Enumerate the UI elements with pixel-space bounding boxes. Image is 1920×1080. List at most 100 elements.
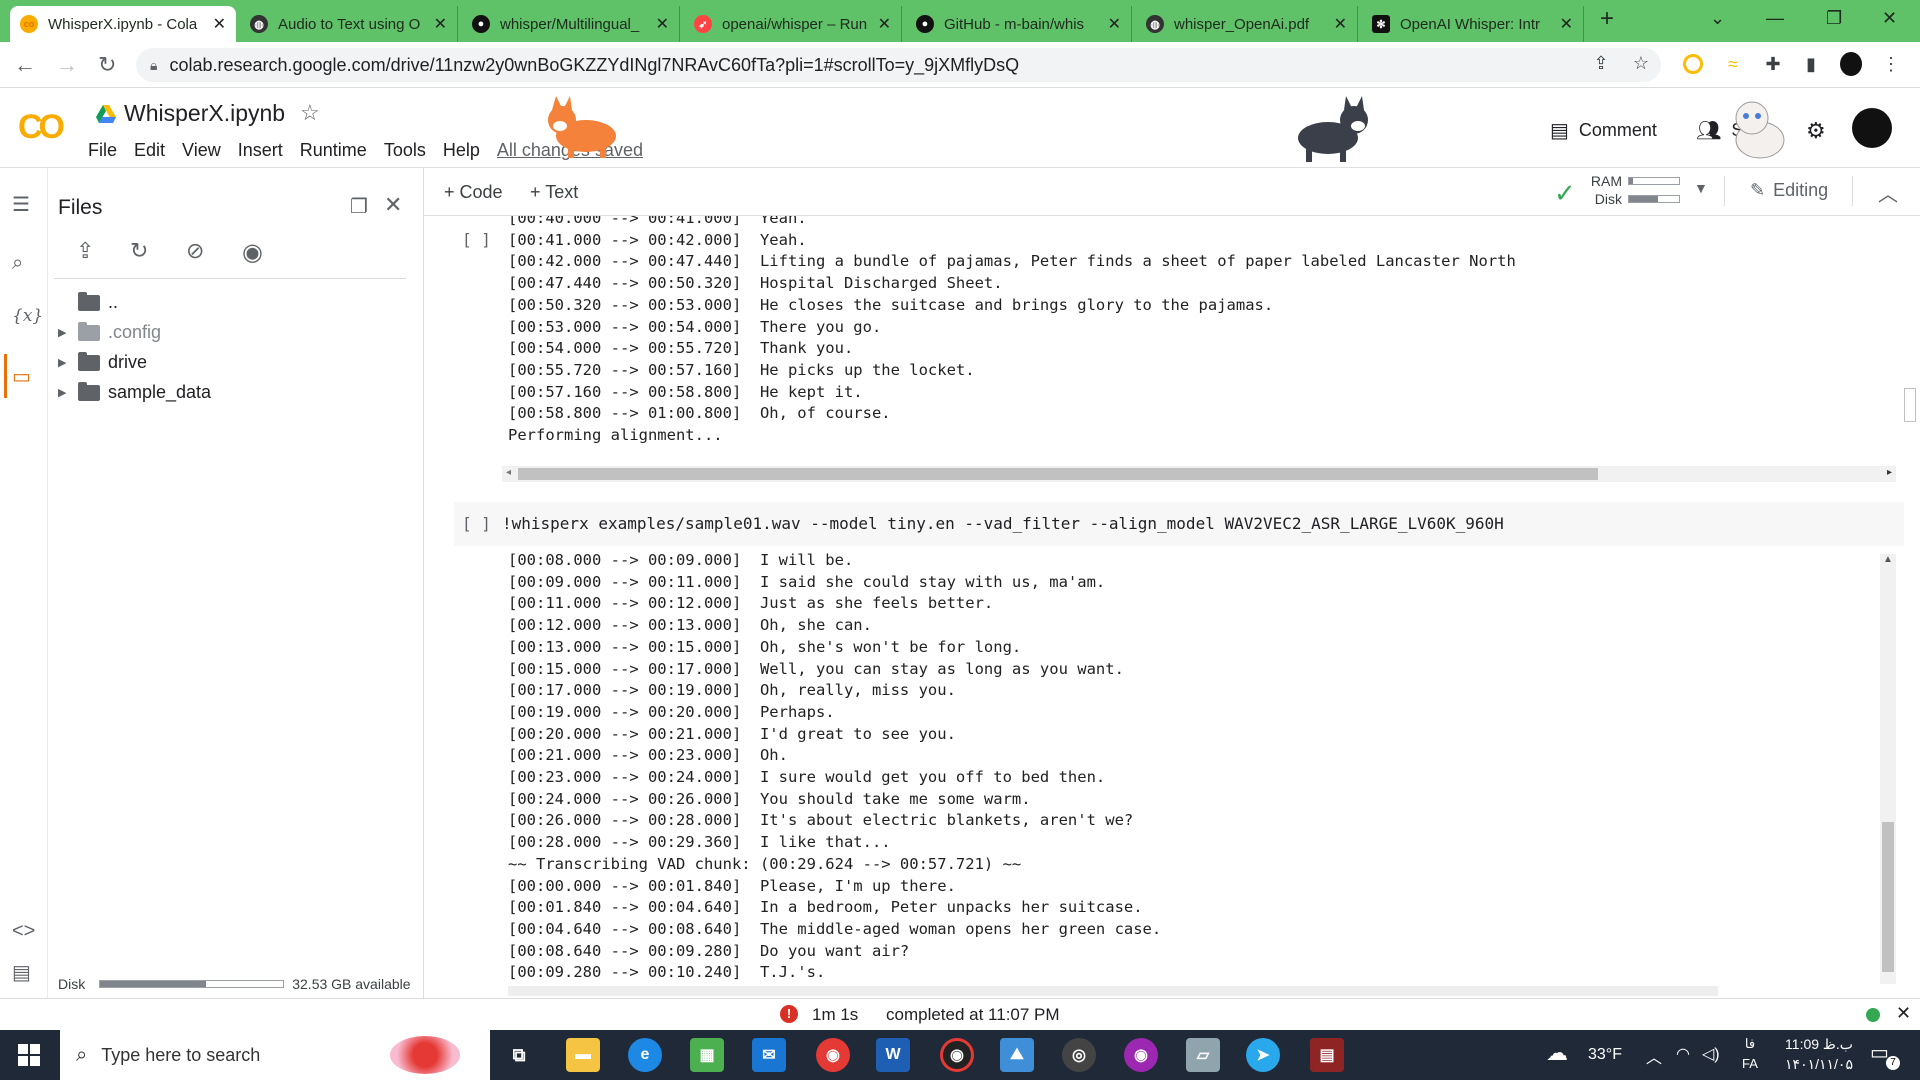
bookmark-star-icon[interactable]: ☆ bbox=[1630, 52, 1652, 74]
expand-caret-icon[interactable]: ▶ bbox=[58, 356, 78, 369]
upload-file-icon[interactable]: ⇪ bbox=[76, 238, 94, 264]
close-tab-icon[interactable]: ✕ bbox=[1560, 14, 1573, 34]
taskbar-search-box[interactable]: ⌕ Type here to search bbox=[60, 1030, 490, 1080]
resources-indicator[interactable]: RAM Disk bbox=[1584, 172, 1680, 208]
close-tab-icon[interactable]: ✕ bbox=[213, 14, 226, 34]
share-page-icon[interactable]: ⇪ bbox=[1590, 52, 1612, 74]
runtime-dropdown-icon[interactable]: ▼ bbox=[1694, 180, 1708, 196]
notepad-icon[interactable]: ▱ bbox=[1186, 1038, 1220, 1072]
editing-mode-button[interactable]: ✎ Editing bbox=[1750, 180, 1828, 201]
tree-item-parent[interactable]: .. bbox=[58, 291, 118, 313]
weather-temp[interactable]: 33°F bbox=[1588, 1046, 1622, 1064]
winrar-icon[interactable]: ▤ bbox=[1310, 1038, 1344, 1072]
table-of-contents-icon[interactable]: ☰ bbox=[12, 192, 30, 217]
file-explorer-icon[interactable]: ▬ bbox=[566, 1038, 600, 1072]
weather-cloud-icon[interactable]: ☁ bbox=[1546, 1040, 1568, 1066]
new-tab-icon[interactable]: + bbox=[1600, 5, 1614, 33]
user-avatar[interactable] bbox=[1852, 108, 1892, 148]
menu-runtime[interactable]: Runtime bbox=[300, 140, 367, 161]
back-icon[interactable]: ← bbox=[14, 52, 36, 78]
tree-item-sample-data[interactable]: ▶ sample_data bbox=[58, 381, 211, 403]
error-alert-icon[interactable]: ! bbox=[780, 1005, 798, 1023]
refresh-folder-icon[interactable]: ↻ bbox=[130, 238, 148, 264]
close-status-icon[interactable]: ✕ bbox=[1896, 1003, 1911, 1024]
menu-file[interactable]: File bbox=[88, 140, 117, 161]
settings-gear-icon[interactable]: ⚙ bbox=[1806, 118, 1826, 144]
expand-caret-icon[interactable]: ▶ bbox=[58, 386, 78, 399]
cell1-horizontal-scrollbar[interactable]: ◂ ▸ bbox=[502, 466, 1896, 482]
mail-icon[interactable]: ✉ bbox=[752, 1038, 786, 1072]
profile-avatar[interactable] bbox=[1840, 52, 1862, 76]
extension-wave-icon[interactable]: ≈ bbox=[1722, 53, 1744, 75]
tab-search-chevron-icon[interactable]: ⌄ bbox=[1710, 8, 1725, 29]
close-tab-icon[interactable]: ✕ bbox=[878, 14, 891, 34]
forward-icon[interactable]: → bbox=[56, 52, 78, 78]
menu-edit[interactable]: Edit bbox=[134, 140, 165, 161]
tab-openai-whisper-intro[interactable]: ✻ OpenAI Whisper: Intr ✕ bbox=[1362, 6, 1584, 42]
comment-button[interactable]: ▤ Comment bbox=[1550, 118, 1657, 143]
menu-help[interactable]: Help bbox=[443, 140, 480, 161]
scrollbar-thumb[interactable] bbox=[518, 468, 1598, 480]
chrome-alt-profile-icon[interactable]: ◉ bbox=[1124, 1038, 1158, 1072]
collapse-header-icon[interactable]: ︿ bbox=[1878, 178, 1898, 207]
wifi-icon[interactable]: ◠ bbox=[1676, 1044, 1690, 1064]
minimize-icon[interactable]: — bbox=[1766, 8, 1784, 29]
open-in-tab-icon[interactable]: ❐ bbox=[350, 194, 368, 219]
tab-github-m-bain[interactable]: ● GitHub - m-bain/whis ✕ bbox=[906, 6, 1132, 42]
language-indicator[interactable]: فا FA bbox=[1742, 1034, 1758, 1074]
close-window-icon[interactable]: ✕ bbox=[1882, 8, 1897, 29]
chrome-profile-icon[interactable]: ◉ bbox=[940, 1038, 974, 1072]
browser-menu-icon[interactable]: ⋮ bbox=[1880, 53, 1902, 75]
star-notebook-icon[interactable]: ☆ bbox=[300, 100, 320, 126]
colab-logo[interactable]: CO bbox=[18, 108, 65, 147]
volume-icon[interactable]: ◁) bbox=[1702, 1044, 1720, 1064]
close-tab-icon[interactable]: ✕ bbox=[1334, 14, 1347, 34]
scroll-left-icon[interactable]: ◂ bbox=[506, 467, 511, 478]
media-player-icon[interactable]: ◎ bbox=[1062, 1038, 1096, 1072]
edge-icon[interactable]: e bbox=[628, 1038, 662, 1072]
command-palette-icon[interactable]: ▤ bbox=[12, 960, 31, 985]
notebook-title[interactable]: WhisperX.ipynb bbox=[96, 100, 285, 127]
reload-icon[interactable]: ↻ bbox=[98, 52, 116, 78]
tray-overflow-icon[interactable]: ︿ bbox=[1646, 1044, 1662, 1068]
code-snippets-icon[interactable]: <> bbox=[12, 920, 35, 943]
sidepanel-icon[interactable]: ▮ bbox=[1800, 53, 1822, 75]
tree-item-config[interactable]: ▶ .config bbox=[58, 321, 161, 343]
menu-tools[interactable]: Tools bbox=[384, 140, 426, 161]
tab-audio-to-text[interactable]: ◍ Audio to Text using O ✕ bbox=[240, 6, 458, 42]
tab-whisperx-colab[interactable]: co WhisperX.ipynb - Cola ✕ bbox=[10, 6, 236, 42]
cell2-code-cell[interactable]: [ ] !whisperx examples/sample01.wav --mo… bbox=[454, 502, 1904, 546]
cell2-code-text[interactable]: !whisperx examples/sample01.wav --model … bbox=[502, 514, 1504, 533]
windows-start-icon[interactable] bbox=[18, 1044, 40, 1066]
photos-icon[interactable]: ⛰ bbox=[1000, 1038, 1034, 1072]
unmount-drive-icon[interactable]: ⊘ bbox=[186, 238, 204, 264]
scroll-right-icon[interactable]: ▸ bbox=[1887, 467, 1892, 478]
close-tab-icon[interactable]: ✕ bbox=[656, 14, 669, 34]
cell1-run-bracket[interactable]: [ ] bbox=[462, 230, 491, 249]
tab-openai-whisper-run[interactable]: ➶ openai/whisper – Run ✕ bbox=[684, 6, 902, 42]
close-tab-icon[interactable]: ✕ bbox=[1108, 14, 1121, 34]
menu-view[interactable]: View bbox=[182, 140, 221, 161]
variables-icon[interactable]: {x} bbox=[12, 306, 43, 326]
cell2-horizontal-scrollbar[interactable] bbox=[508, 986, 1718, 996]
files-folder-icon[interactable]: ▭ bbox=[12, 364, 31, 389]
close-panel-icon[interactable]: ✕ bbox=[384, 192, 402, 218]
tab-whisper-multilingual[interactable]: ● whisper/Multilingual_ ✕ bbox=[462, 6, 680, 42]
expand-caret-icon[interactable]: ▶ bbox=[58, 326, 78, 339]
tree-item-drive[interactable]: ▶ drive bbox=[58, 351, 147, 373]
extensions-puzzle-icon[interactable]: ✚ bbox=[1762, 53, 1784, 75]
chrome-icon[interactable]: ◉ bbox=[816, 1038, 850, 1072]
telegram-icon[interactable]: ➤ bbox=[1246, 1038, 1280, 1072]
add-code-cell-button[interactable]: + Code bbox=[444, 182, 503, 203]
restore-icon[interactable]: ❐ bbox=[1826, 8, 1842, 29]
close-tab-icon[interactable]: ✕ bbox=[434, 14, 447, 34]
cell2-vertical-scrollbar[interactable]: ▲ bbox=[1880, 554, 1896, 984]
task-view-icon[interactable]: ⧉ bbox=[502, 1038, 536, 1072]
scroll-up-icon[interactable]: ▲ bbox=[1883, 554, 1893, 565]
store-icon[interactable]: ▦ bbox=[690, 1038, 724, 1072]
cell2-run-bracket[interactable]: [ ] bbox=[462, 514, 491, 533]
add-text-cell-button[interactable]: + Text bbox=[530, 182, 578, 203]
search-icon[interactable]: ⌕ bbox=[12, 252, 23, 275]
menu-insert[interactable]: Insert bbox=[238, 140, 283, 161]
clock[interactable]: 11:09 ب.ظ ۱۴۰۱/۱۱/۰۵ bbox=[1776, 1034, 1862, 1074]
